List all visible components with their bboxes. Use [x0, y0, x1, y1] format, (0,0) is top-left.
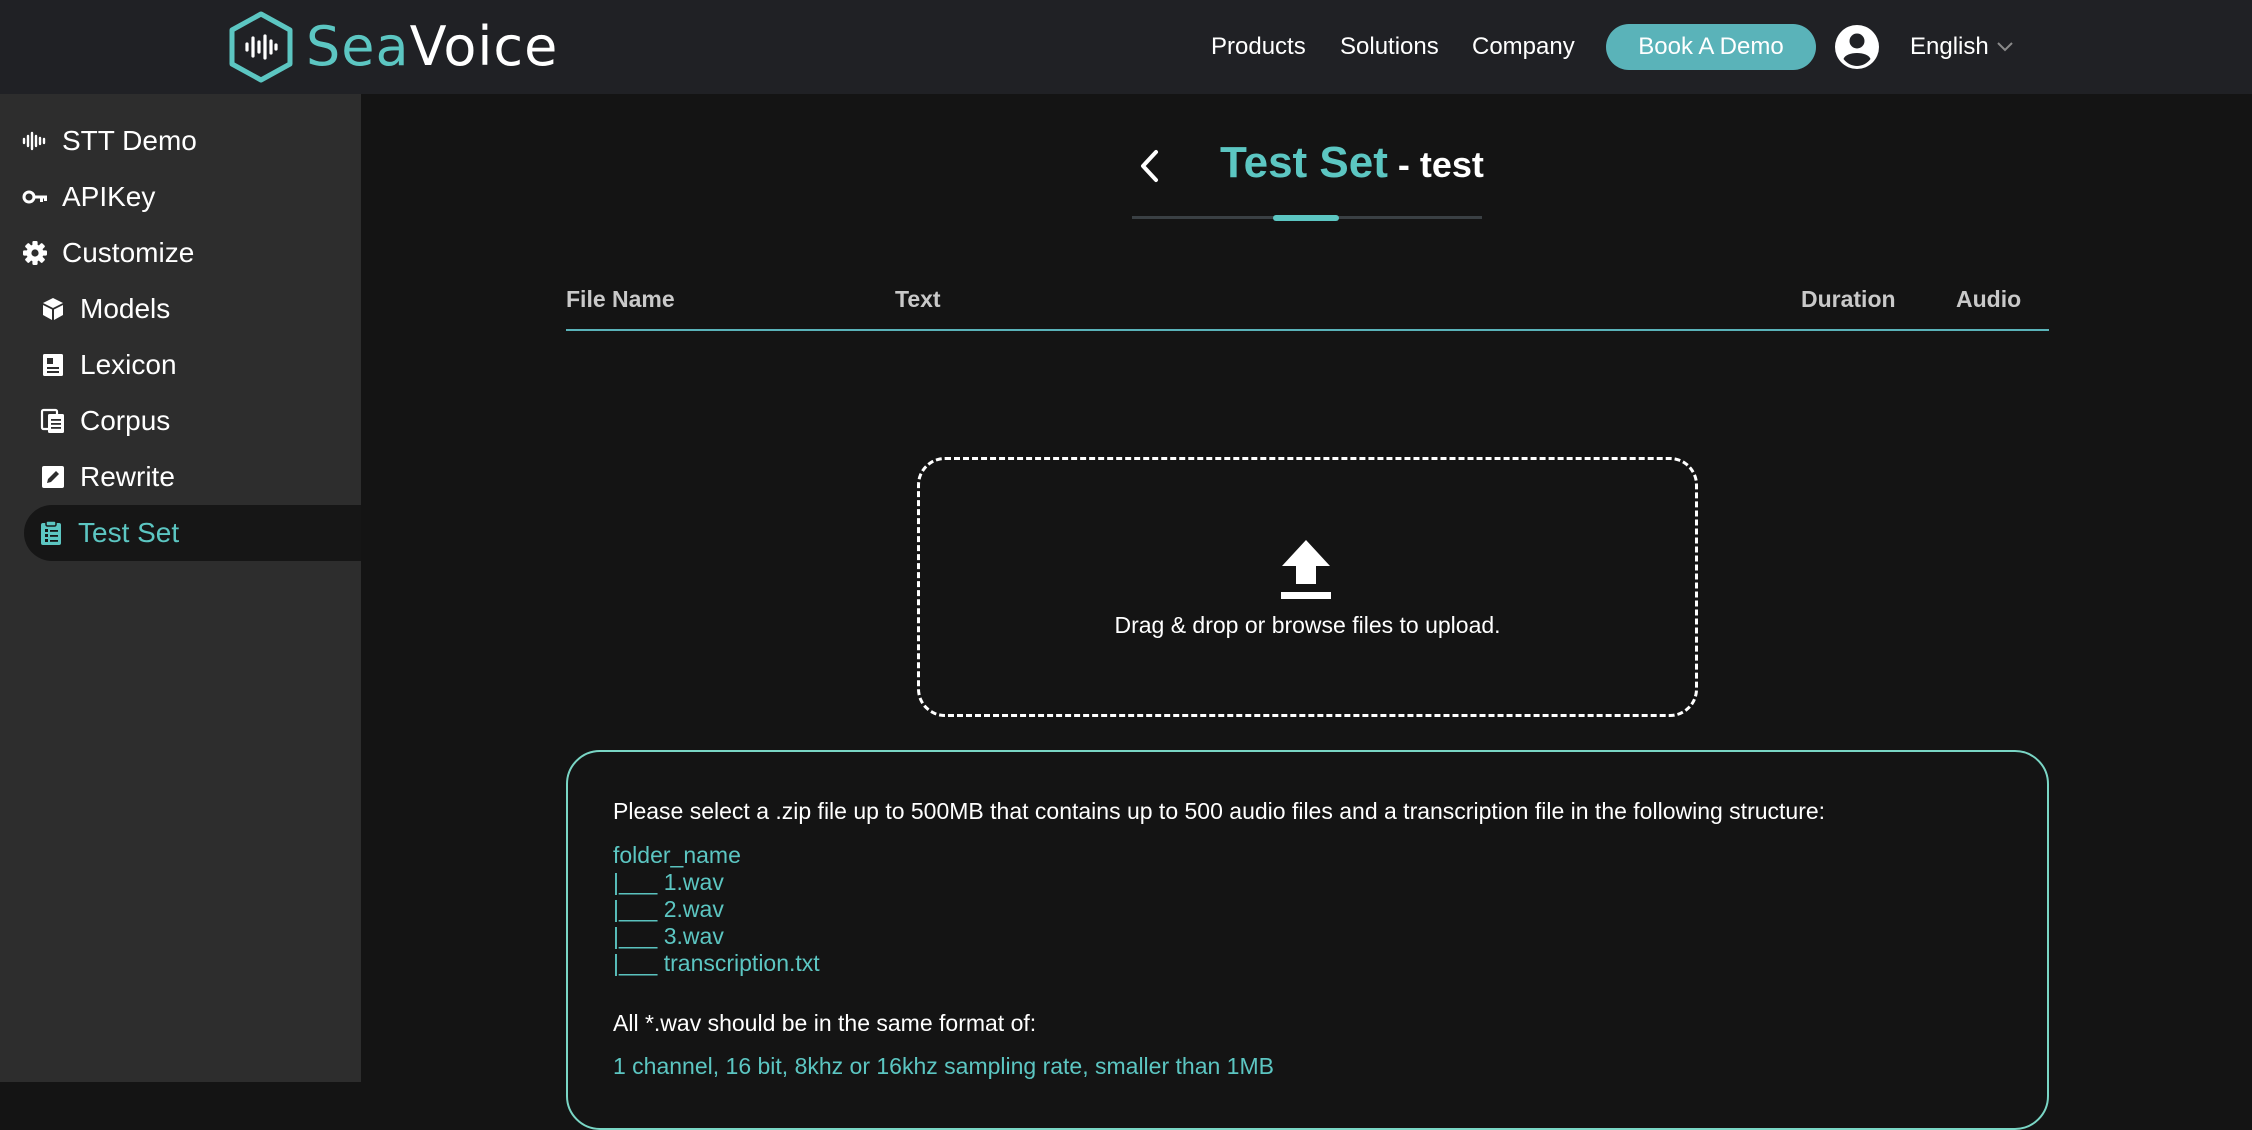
dropzone-instructions: Drag & drop or browse files to upload.: [1114, 612, 1501, 638]
sidebar-item-stt-demo[interactable]: STT Demo: [22, 113, 197, 169]
sidebar-item-customize[interactable]: Customize: [22, 225, 194, 281]
nav-company[interactable]: Company: [1472, 0, 1575, 94]
logo-hexagon-icon: [229, 11, 293, 83]
gear-icon: [22, 240, 48, 266]
structure-tree-line: folder_name: [613, 842, 741, 868]
sidebar-item-label: Corpus: [80, 405, 171, 436]
sidebar-item-label: Models: [80, 293, 171, 324]
structure-tree-line: |___ transcription.txt: [613, 950, 820, 976]
sidebar-item-label: Customize: [62, 237, 195, 268]
page-title-main: Test Set: [1220, 138, 1388, 187]
title-underline-accent: [1273, 215, 1339, 221]
sidebar-item-rewrite[interactable]: Rewrite: [40, 449, 175, 505]
structure-tree-line: |___ 1.wav: [613, 869, 724, 895]
sidebar-item-corpus[interactable]: Corpus: [40, 393, 170, 449]
seavoice-logo[interactable]: SeaVoice: [228, 10, 558, 84]
cube-icon: [40, 296, 66, 322]
chevron-down-icon: [1997, 42, 2013, 52]
edit-icon: [40, 464, 66, 490]
sidebar-item-test-set[interactable]: Test Set: [24, 505, 361, 561]
book-demo-button[interactable]: Book A Demo: [1606, 24, 1816, 70]
sidebar-item-label: Rewrite: [80, 461, 175, 492]
nav-products[interactable]: Products: [1211, 0, 1306, 94]
top-navbar: SeaVoice Products Solutions Company Book…: [0, 0, 2252, 94]
page-title-subtitle: - test: [1397, 144, 1484, 185]
page-title: Test Set - test: [1220, 138, 1484, 194]
column-header-text: Text: [895, 286, 941, 312]
back-arrow-icon[interactable]: [1132, 146, 1166, 186]
upload-icon: [1281, 540, 1331, 599]
column-header-audio: Audio: [1956, 286, 2022, 312]
logo-wordmark: SeaVoice: [306, 15, 559, 78]
key-icon: [22, 184, 48, 210]
sidebar-item-label: STT Demo: [62, 125, 197, 156]
format-label: All *.wav should be in the same format o…: [613, 1010, 1037, 1036]
book-icon: [40, 352, 66, 378]
sidebar-item-apikey[interactable]: APIKey: [22, 169, 155, 225]
user-account-icon[interactable]: [1834, 24, 1880, 70]
sidebar-item-models[interactable]: Models: [40, 281, 170, 337]
structure-tree-line: |___ 2.wav: [613, 896, 724, 922]
sidebar-item-label: Lexicon: [80, 349, 177, 380]
clipboard-icon: [38, 520, 64, 546]
requirements-intro: Please select a .zip file up to 500MB th…: [613, 798, 1826, 824]
column-header-duration: Duration: [1801, 286, 1896, 312]
language-label: English: [1910, 33, 1989, 60]
format-value: 1 channel, 16 bit, 8khz or 16khz samplin…: [613, 1053, 1274, 1079]
waveform-icon: [22, 128, 48, 154]
table-header-divider: [566, 329, 2049, 331]
language-selector[interactable]: English: [1910, 0, 2013, 94]
column-header-file-name: File Name: [566, 286, 675, 312]
nav-solutions[interactable]: Solutions: [1340, 0, 1439, 94]
documents-icon: [40, 408, 66, 434]
sidebar-item-lexicon[interactable]: Lexicon: [40, 337, 177, 393]
sidebar: STT Demo APIKey Customize Models Lexicon…: [0, 94, 361, 1082]
structure-tree-line: |___ 3.wav: [613, 923, 724, 949]
sidebar-item-label: APIKey: [62, 181, 156, 212]
sidebar-item-label: Test Set: [78, 517, 180, 548]
